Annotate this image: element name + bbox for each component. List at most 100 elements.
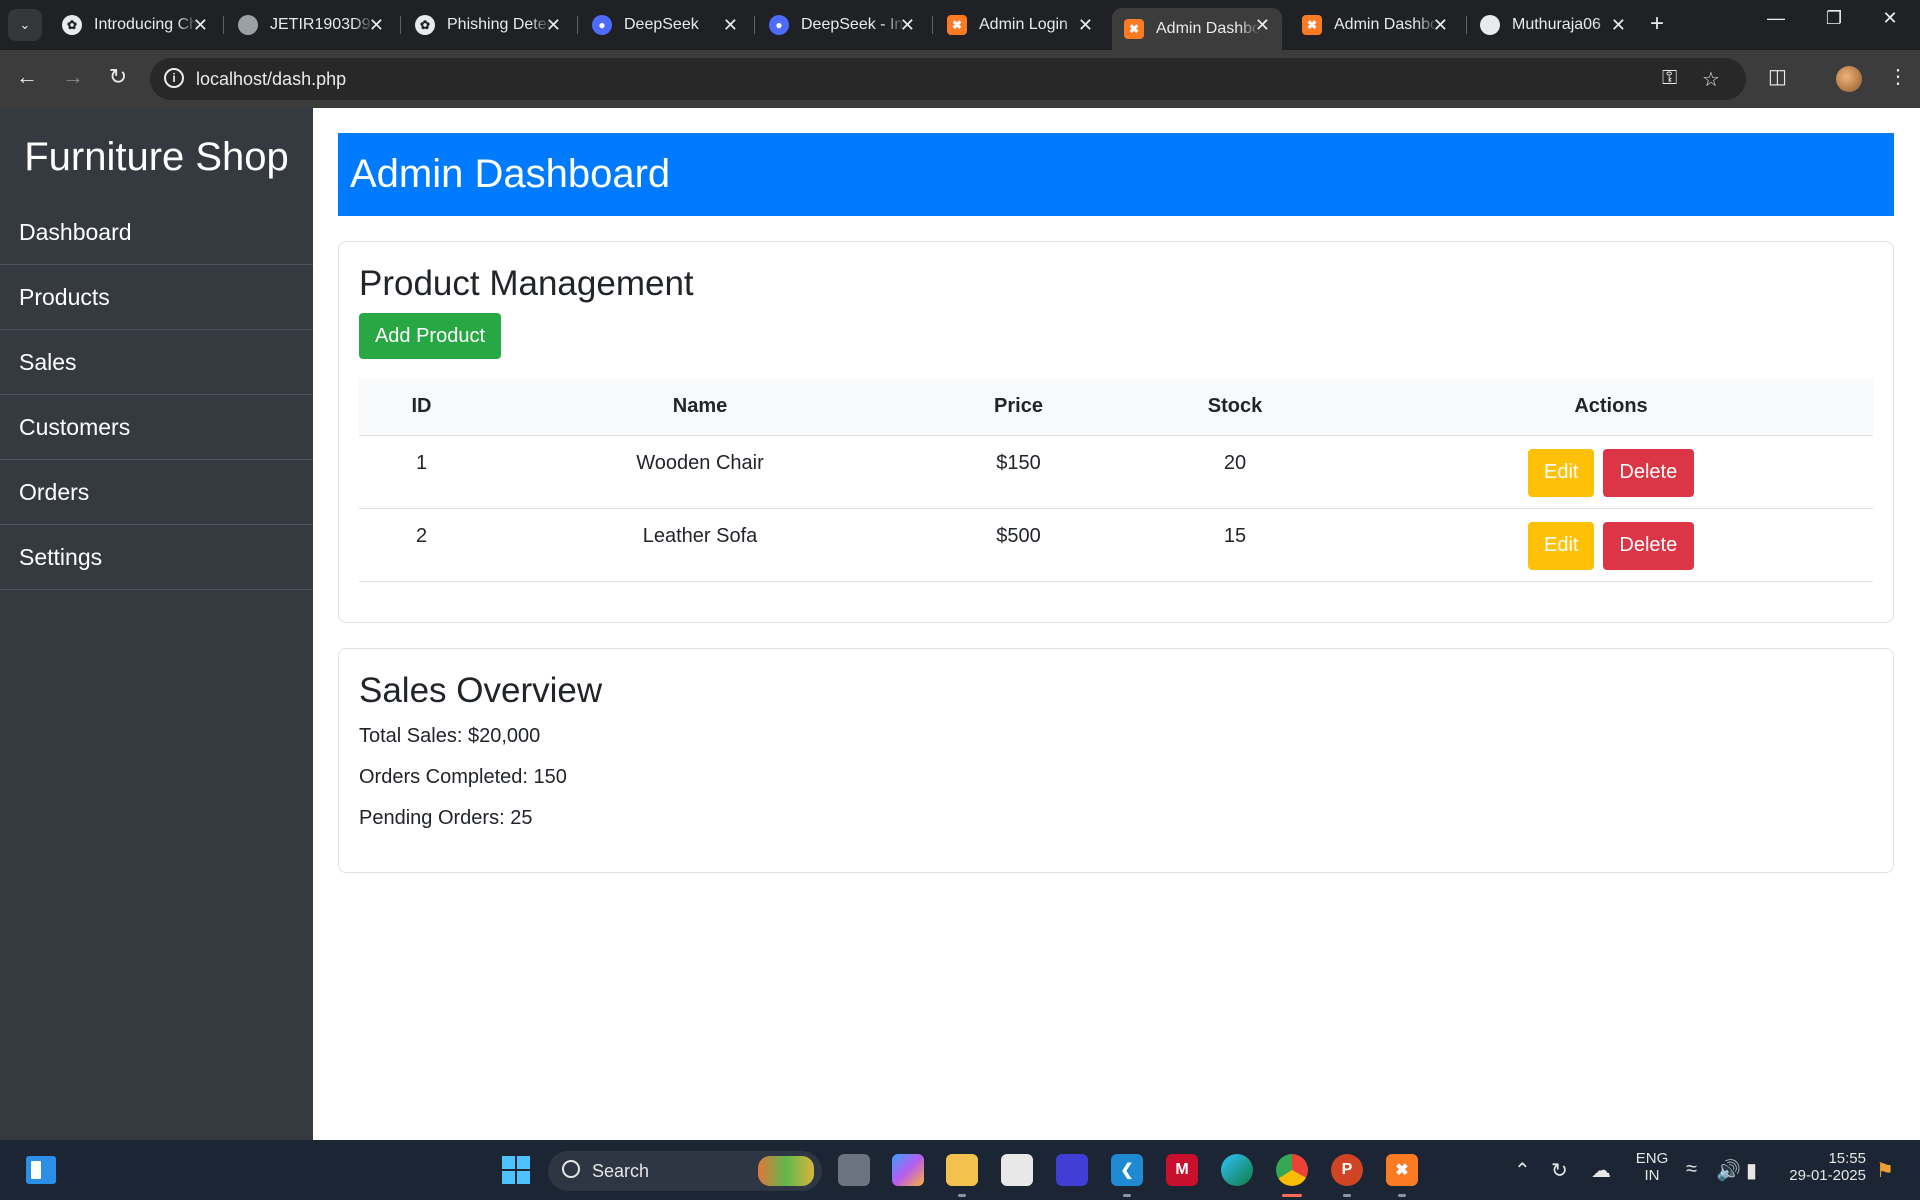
column-header-id: ID <box>359 379 484 436</box>
taskbar-search-box[interactable]: Search <box>548 1151 822 1191</box>
windows-start-icon[interactable] <box>502 1156 530 1184</box>
minimize-icon[interactable]: — <box>1756 8 1796 29</box>
sidebar-item-dashboard[interactable]: Dashboard <box>0 200 313 265</box>
forward-arrow-icon[interactable]: → <box>58 64 88 90</box>
sync-icon[interactable]: ↻ <box>1551 1158 1568 1183</box>
notification-bell-icon[interactable]: ⚑ <box>1876 1158 1894 1183</box>
globe-icon <box>238 15 258 35</box>
url-text[interactable]: localhost/dash.php <box>196 69 346 90</box>
volume-icon[interactable]: 🔊 <box>1716 1158 1741 1183</box>
chevron-up-icon[interactable]: ⌃ <box>1514 1158 1531 1183</box>
edit-button[interactable]: Edit <box>1528 448 1595 497</box>
deepseek-icon: ● <box>769 15 789 35</box>
more-menu-icon[interactable]: ⋮ <box>1888 64 1908 89</box>
tab-title: Muthuraja06 <box>1512 16 1601 33</box>
mcafee-icon[interactable]: M <box>1166 1154 1198 1186</box>
password-key-icon[interactable]: ⚿ <box>1662 67 1677 90</box>
sales-overview-card: Sales Overview Total Sales: $20,000 Orde… <box>338 647 1894 873</box>
table-header-row: ID Name Price Stock Actions <box>359 379 1873 436</box>
github-icon <box>1480 15 1500 35</box>
chrome-icon[interactable] <box>1276 1154 1308 1186</box>
language-indicator[interactable]: ENG IN <box>1634 1150 1670 1184</box>
language-code: ENG <box>1635 1150 1669 1167</box>
search-icon <box>562 1160 580 1178</box>
bookmark-star-icon[interactable]: ☆ <box>1702 67 1720 92</box>
sidebar-item-orders[interactable]: Orders <box>0 460 313 525</box>
extensions-puzzle-icon[interactable]: ◫ <box>1768 64 1787 89</box>
close-icon[interactable]: ✕ <box>723 15 738 36</box>
chatgpt-icon: ✿ <box>62 15 82 35</box>
file-explorer-icon[interactable] <box>946 1154 978 1186</box>
browser-tab-active[interactable]: ✖ Admin Dashboard ✕ <box>1112 8 1282 50</box>
close-icon[interactable]: ✕ <box>1078 15 1093 36</box>
browser-tab[interactable]: Muthuraja06 ✕ <box>1468 8 1638 42</box>
sidebar-item-customers[interactable]: Customers <box>0 395 313 460</box>
cell-name: Wooden Chair <box>484 435 916 509</box>
battery-icon[interactable]: ▮ <box>1746 1158 1757 1183</box>
column-header-price: Price <box>916 379 1121 436</box>
reload-icon[interactable]: ↻ <box>103 64 133 90</box>
edge-icon[interactable] <box>1221 1154 1253 1186</box>
browser-tab[interactable]: ✖ Admin Login ✕ <box>935 8 1105 42</box>
restore-icon[interactable]: ❐ <box>1814 8 1854 29</box>
site-info-icon[interactable]: i <box>164 68 184 88</box>
powerpoint-icon[interactable]: P <box>1331 1154 1363 1186</box>
table-row: 2 Leather Sofa $500 15 Edit Delete <box>359 508 1873 582</box>
table-row: 1 Wooden Chair $150 20 Edit Delete <box>359 435 1873 509</box>
cell-id: 2 <box>359 508 484 582</box>
close-icon[interactable]: ✕ <box>1433 15 1448 36</box>
microsoft-store-icon[interactable] <box>1001 1154 1033 1186</box>
cell-actions: Edit Delete <box>1349 435 1873 509</box>
close-icon[interactable]: ✕ <box>1255 15 1270 36</box>
column-header-stock: Stock <box>1121 379 1349 436</box>
tab-title: JETIR1903D96 <box>270 16 374 33</box>
onedrive-icon[interactable]: ☁ <box>1591 1158 1611 1183</box>
vscode-icon[interactable]: ❮ <box>1111 1154 1143 1186</box>
profile-avatar[interactable] <box>1836 66 1862 92</box>
running-indicator <box>958 1194 966 1197</box>
deepseek-icon: ● <box>592 15 612 35</box>
back-arrow-icon[interactable]: ← <box>12 64 42 90</box>
region-code: IN <box>1644 1167 1660 1184</box>
widgets-icon[interactable] <box>26 1156 56 1184</box>
xampp-icon[interactable]: ✖ <box>1386 1154 1418 1186</box>
sidebar-item-sales[interactable]: Sales <box>0 330 313 395</box>
sidebar-item-settings[interactable]: Settings <box>0 525 313 590</box>
close-icon[interactable]: ✕ <box>369 15 384 36</box>
tab-title: Introducing ChatGPT <box>94 16 198 33</box>
page-title: Admin Dashboard <box>338 133 1894 216</box>
copilot-icon[interactable] <box>892 1154 924 1186</box>
browser-tab[interactable]: ✿ Phishing Detection ✕ <box>403 8 573 42</box>
clock[interactable]: 15:55 29-01-2025 <box>1786 1150 1866 1184</box>
task-view-icon[interactable] <box>838 1154 870 1186</box>
browser-tab[interactable]: ● DeepSeek - Into ✕ <box>757 8 927 42</box>
new-tab-plus-icon[interactable]: + <box>1650 10 1664 38</box>
search-highlight-icon <box>758 1156 814 1186</box>
products-table: ID Name Price Stock Actions 1 Wooden Cha… <box>359 379 1873 582</box>
window-close-icon[interactable]: ✕ <box>1870 8 1910 29</box>
tab-search-chevron-icon[interactable]: ⌄ <box>8 9 42 41</box>
tab-title: DeepSeek - Into <box>801 16 905 33</box>
browser-toolbar: ← → ↻ i localhost/dash.php ⚿ ☆ ◫ ⋮ <box>0 50 1920 108</box>
cell-price: $500 <box>916 508 1121 582</box>
close-icon[interactable]: ✕ <box>1611 15 1626 36</box>
browser-tab[interactable]: ● DeepSeek ✕ <box>580 8 750 42</box>
close-icon[interactable]: ✕ <box>546 15 561 36</box>
edit-button[interactable]: Edit <box>1528 521 1595 570</box>
sidebar-item-products[interactable]: Products <box>0 265 313 330</box>
add-product-button[interactable]: Add Product <box>359 313 501 359</box>
tab-divider <box>223 16 224 34</box>
browser-tab[interactable]: ✿ Introducing ChatGPT ✕ <box>50 8 220 42</box>
app-icon[interactable] <box>1056 1154 1088 1186</box>
address-bar[interactable]: i localhost/dash.php ⚿ ☆ <box>150 58 1746 100</box>
close-icon[interactable]: ✕ <box>193 15 208 36</box>
running-indicator <box>1343 1194 1351 1197</box>
browser-tab[interactable]: JETIR1903D96 ✕ <box>226 8 396 42</box>
card-bottom-spacer <box>359 582 1873 602</box>
wifi-icon[interactable]: ≈ <box>1686 1158 1697 1181</box>
delete-button[interactable]: Delete <box>1602 521 1694 570</box>
browser-tab[interactable]: ✖ Admin Dashboard ✕ <box>1290 8 1460 42</box>
close-icon[interactable]: ✕ <box>900 15 915 36</box>
tab-divider <box>932 16 933 34</box>
delete-button[interactable]: Delete <box>1602 448 1694 497</box>
